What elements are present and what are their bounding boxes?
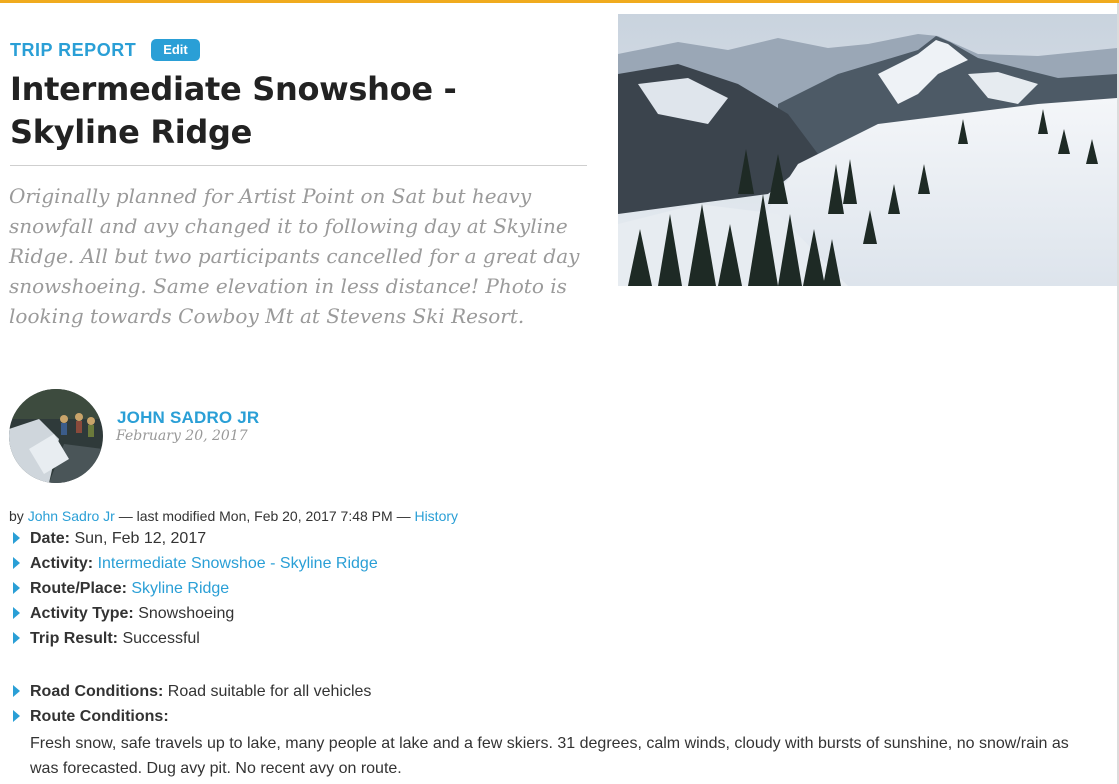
trip-report-page: TRIP REPORT Edit Intermediate Snowshoe -… bbox=[0, 0, 1119, 784]
mountain-photo-image bbox=[618, 14, 1117, 286]
route-place-link[interactable]: Skyline Ridge bbox=[131, 580, 229, 597]
header-row: TRIP REPORT Edit bbox=[10, 39, 200, 61]
byline-modified-text: — last modified Mon, Feb 20, 2017 7:48 P… bbox=[118, 508, 411, 524]
detail-activity: Activity: Intermediate Snowshoe - Skylin… bbox=[11, 553, 1101, 578]
avatar-photo-image bbox=[9, 389, 103, 483]
detail-road-conditions: Road Conditions: Road suitable for all v… bbox=[11, 681, 1101, 706]
history-link[interactable]: History bbox=[414, 508, 458, 524]
triangle-right-icon bbox=[13, 632, 20, 644]
trip-details: Date: Sun, Feb 12, 2017 Activity: Interm… bbox=[11, 528, 1101, 781]
detail-date: Date: Sun, Feb 12, 2017 bbox=[11, 528, 1101, 553]
detail-activity-type: Activity Type: Snowshoeing bbox=[11, 603, 1101, 628]
activity-link[interactable]: Intermediate Snowshoe - Skyline Ridge bbox=[98, 555, 378, 572]
detail-label: Date: bbox=[30, 530, 71, 547]
detail-value: Snowshoeing bbox=[138, 605, 235, 622]
detail-value: Successful bbox=[122, 630, 200, 647]
detail-label: Trip Result: bbox=[30, 630, 119, 647]
detail-label: Route Conditions: bbox=[30, 708, 169, 725]
triangle-right-icon bbox=[13, 582, 20, 594]
hero-photo[interactable] bbox=[618, 14, 1117, 286]
author-name[interactable]: JOHN SADRO JR bbox=[117, 408, 259, 428]
detail-label: Road Conditions: bbox=[30, 683, 164, 700]
detail-route-place: Route/Place: Skyline Ridge bbox=[11, 578, 1101, 603]
detail-label: Activity Type: bbox=[30, 605, 134, 622]
page-title: Intermediate Snowshoe - Skyline Ridge bbox=[10, 70, 457, 151]
details-spacer bbox=[11, 653, 1101, 681]
triangle-right-icon bbox=[13, 685, 20, 697]
top-accent-bar bbox=[0, 0, 1119, 3]
detail-trip-result: Trip Result: Successful bbox=[11, 628, 1101, 653]
byline: by John Sadro Jr — last modified Mon, Fe… bbox=[9, 508, 458, 524]
title-divider bbox=[10, 165, 587, 166]
detail-route-conditions: Route Conditions: bbox=[11, 706, 1101, 731]
triangle-right-icon bbox=[13, 532, 20, 544]
detail-value: Road suitable for all vehicles bbox=[167, 683, 372, 700]
detail-label: Route/Place: bbox=[30, 580, 127, 597]
route-conditions-text: Fresh snow, safe travels up to lake, man… bbox=[30, 735, 1069, 777]
edit-button[interactable]: Edit bbox=[151, 39, 200, 61]
triangle-right-icon bbox=[13, 710, 20, 722]
triangle-right-icon bbox=[13, 557, 20, 569]
trip-description: Originally planned for Artist Point on S… bbox=[9, 184, 580, 328]
section-label: TRIP REPORT bbox=[10, 39, 137, 60]
triangle-right-icon bbox=[13, 607, 20, 619]
author-date: February 20, 2017 bbox=[116, 428, 248, 444]
detail-label: Activity: bbox=[30, 555, 94, 572]
author-avatar[interactable] bbox=[9, 389, 103, 483]
byline-author-link[interactable]: John Sadro Jr bbox=[28, 508, 115, 524]
detail-value: Sun, Feb 12, 2017 bbox=[74, 530, 207, 547]
byline-prefix: by bbox=[9, 508, 24, 524]
